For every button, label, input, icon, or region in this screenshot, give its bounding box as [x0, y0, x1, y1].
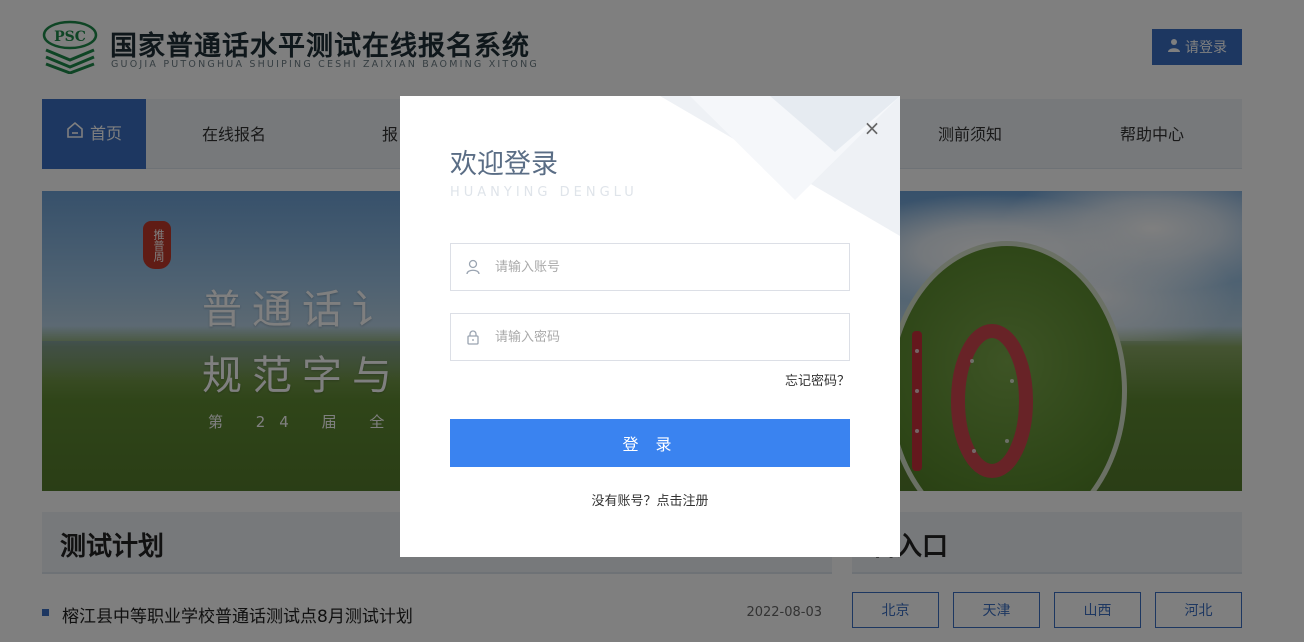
login-submit-button[interactable]: 登 录 [450, 419, 850, 467]
register-prompt: 没有账号？点击注册 [400, 490, 900, 509]
password-input[interactable] [495, 317, 835, 357]
close-icon[interactable]: × [862, 118, 882, 138]
no-account-text: 没有账号？ [591, 494, 657, 509]
username-field[interactable] [450, 243, 850, 291]
user-icon [451, 244, 495, 290]
password-field[interactable] [450, 313, 850, 361]
forgot-password-link[interactable]: 忘记密码？ [785, 370, 850, 389]
dialog-title: 欢迎登录 [450, 149, 558, 180]
login-dialog: × 欢迎登录 HUANYING DENGLU 忘记密码？ 登 录 没有账号？点击… [400, 96, 900, 557]
username-input[interactable] [495, 247, 835, 287]
dialog-subtitle: HUANYING DENGLU [450, 185, 638, 200]
register-link[interactable]: 点击注册 [657, 494, 709, 509]
lock-icon [451, 314, 495, 360]
